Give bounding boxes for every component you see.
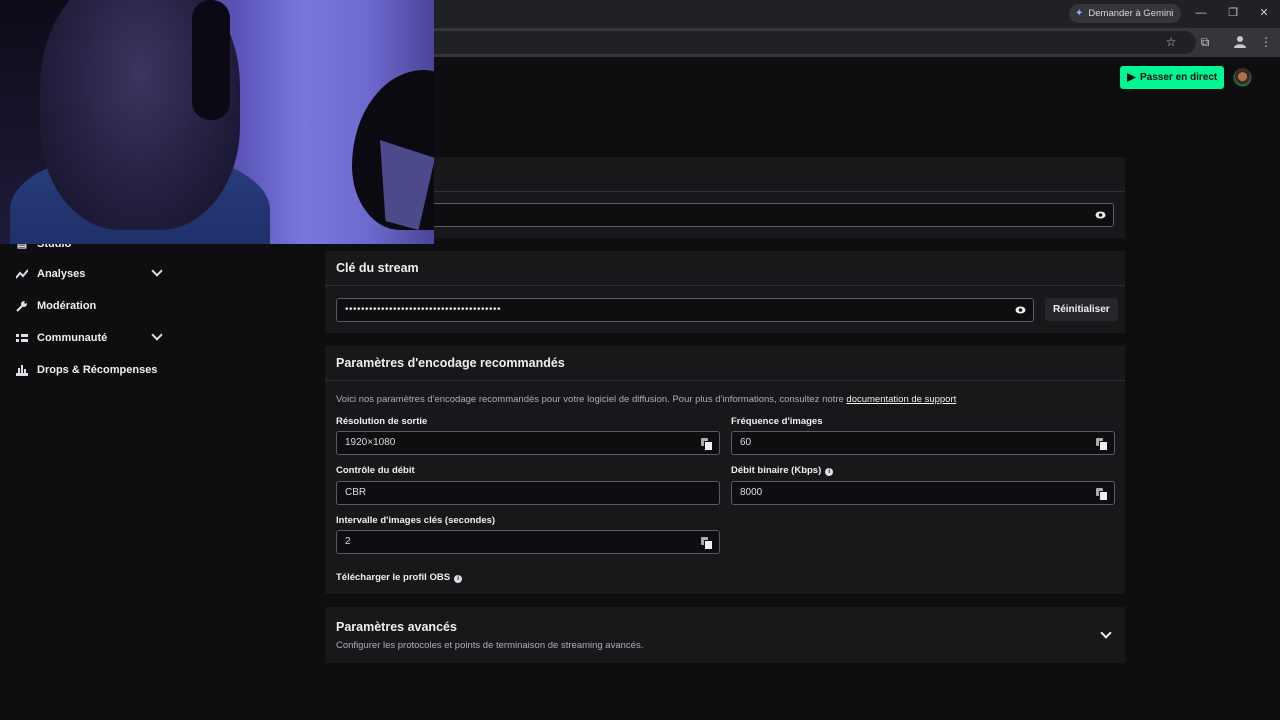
sidebar-item-community[interactable]: Communauté — [16, 328, 163, 348]
download-obs-label: Télécharger le profil OBS — [336, 572, 451, 583]
chevron-down-icon[interactable] — [151, 329, 163, 341]
advanced-title: Paramètres avancés — [336, 620, 457, 634]
keyframe-value: 2 — [345, 536, 351, 547]
sidebar-item-label: Communauté — [37, 332, 108, 344]
close-window-button[interactable]: ✕ — [1255, 5, 1273, 21]
community-icon — [16, 332, 28, 344]
profile-icon[interactable] — [1231, 34, 1249, 50]
keyframe-label: Intervalle d'images clés (secondes) — [336, 515, 496, 526]
advanced-card[interactable]: Paramètres avancés Configurer les protoc… — [325, 607, 1125, 663]
framerate-field[interactable]: 60 — [731, 431, 1115, 455]
stream-key-value: ••••••••••••••••••••••••••••••••••••••• — [345, 304, 502, 315]
bitrate-value: 8000 — [740, 487, 763, 498]
minimize-button[interactable]: — — [1192, 5, 1210, 21]
server-card-header — [325, 157, 1125, 192]
ask-gemini-label: Demander à Gemini — [1088, 8, 1174, 19]
go-live-label: Passer en direct — [1140, 72, 1218, 83]
bitrate-label-text: Débit binaire (Kbps) — [731, 465, 822, 476]
broadcast-icon — [1127, 73, 1136, 82]
browser-menu-icon[interactable]: ⋮ — [1257, 34, 1275, 50]
bookmark-star-icon[interactable]: ☆ — [1162, 34, 1180, 50]
sidebar-item-label: Drops & Récompenses — [37, 364, 158, 376]
resolution-value: 1920×1080 — [345, 437, 396, 448]
gemini-spark-icon: ✦ — [1075, 8, 1084, 19]
resolution-field[interactable]: 1920×1080 — [336, 431, 720, 455]
go-live-button[interactable]: Passer en direct — [1120, 66, 1225, 89]
webcam-headset — [192, 0, 230, 120]
bitrate-label: Débit binaire (Kbps) i — [731, 465, 834, 476]
server-card: •••••••••••••••••••••• — [325, 157, 1125, 238]
copy-icon[interactable] — [701, 438, 713, 451]
chevron-down-icon[interactable] — [151, 265, 163, 277]
analytics-icon — [15, 268, 29, 280]
encoding-title: Paramètres d'encodage recommandés — [325, 346, 1125, 381]
framerate-label: Fréquence d'images — [731, 416, 823, 427]
download-obs-profile[interactable]: Télécharger le profil OBS i — [336, 572, 463, 583]
address-bar[interactable]: ☆ — [420, 31, 1196, 54]
user-avatar[interactable] — [1233, 68, 1252, 87]
copy-icon[interactable] — [1096, 488, 1108, 501]
encoding-card: Paramètres d'encodage recommandés Voici … — [325, 346, 1125, 594]
wrench-icon — [16, 300, 28, 312]
sidebar-item-moderation[interactable]: Modération — [16, 296, 161, 316]
copy-icon[interactable] — [701, 537, 713, 550]
gift-icon — [16, 364, 28, 376]
ask-gemini-button[interactable]: ✦ Demander à Gemini — [1069, 4, 1182, 23]
framerate-value: 60 — [740, 437, 752, 448]
server-url-field[interactable]: •••••••••••••••••••••• — [336, 203, 1114, 227]
restore-button[interactable]: ❐ — [1224, 5, 1242, 21]
encoding-description: Voici nos paramètres d'encodage recomman… — [336, 394, 956, 405]
reset-stream-key-button[interactable]: Réinitialiser — [1045, 298, 1118, 321]
info-icon[interactable]: i — [825, 468, 834, 476]
chevron-down-icon[interactable] — [1100, 627, 1112, 639]
stream-key-card: Clé du stream ••••••••••••••••••••••••••… — [325, 251, 1125, 333]
rate-control-label: Contrôle du débit — [336, 465, 415, 476]
rate-control-value: CBR — [345, 487, 367, 498]
sidebar-item-drops[interactable]: Drops & Récompenses — [16, 360, 161, 380]
show-eye-icon[interactable] — [1095, 210, 1106, 220]
sidebar-item-label: Analyses — [37, 268, 86, 280]
webcam-overlay — [0, 0, 434, 244]
info-icon[interactable]: i — [454, 575, 463, 583]
resolution-label: Résolution de sortie — [336, 416, 428, 427]
show-eye-icon[interactable] — [1015, 305, 1026, 315]
stream-key-field[interactable]: ••••••••••••••••••••••••••••••••••••••• — [336, 298, 1034, 322]
sidebar-item-analytics[interactable]: Analyses — [15, 264, 163, 284]
extensions-icon[interactable]: ⧉ — [1196, 34, 1214, 50]
rate-control-field[interactable]: CBR — [336, 481, 720, 505]
keyframe-field[interactable]: 2 — [336, 530, 720, 554]
advanced-description: Configurer les protocoles et points de t… — [336, 640, 644, 651]
support-docs-link[interactable]: documentation de support — [846, 394, 956, 405]
copy-icon[interactable] — [1096, 438, 1108, 451]
stream-key-title: Clé du stream — [325, 251, 1125, 286]
sidebar-item-label: Modération — [37, 300, 97, 312]
encoding-desc-text: Voici nos paramètres d'encodage recomman… — [336, 394, 847, 405]
bitrate-field[interactable]: 8000 — [731, 481, 1115, 505]
